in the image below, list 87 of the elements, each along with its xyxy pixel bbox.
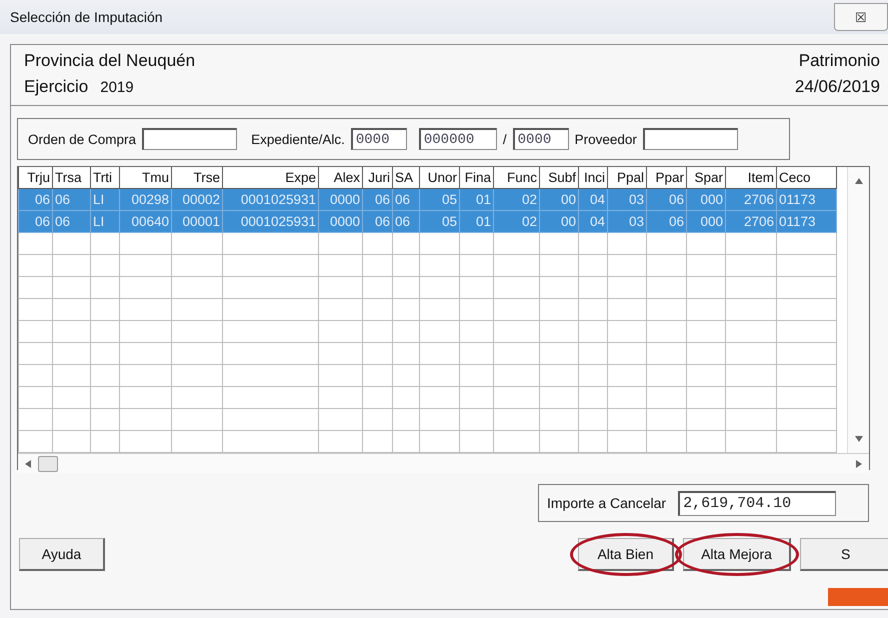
column-header[interactable]: Ppal (608, 167, 646, 188)
column-header[interactable]: Alex (318, 167, 362, 188)
table-cell: 05 (420, 188, 460, 210)
input-field[interactable]: 0000 (350, 128, 407, 150)
year-label: Ejercicio (24, 77, 88, 97)
table-cell: 00298 (120, 188, 172, 210)
column-header[interactable]: Fina (460, 167, 494, 188)
year-value: 2019 (100, 79, 134, 96)
field-label: Proveedor (574, 132, 637, 146)
window-title: Selección de Imputación (10, 9, 163, 25)
table-cell: 01173 (776, 188, 836, 210)
column-header[interactable]: Trse (172, 167, 222, 188)
table-cell: 06 (52, 210, 90, 232)
table-cell: 00002 (172, 188, 222, 210)
table-cell: 0001025931 (222, 188, 318, 210)
input-field[interactable]: 000000 (418, 128, 497, 150)
close-button[interactable]: ☒ (834, 3, 888, 31)
table-cell: LI (90, 210, 120, 232)
dialog-button[interactable]: Alta Mejora (683, 538, 791, 571)
table-cell: 01 (460, 210, 494, 232)
field-label: Orden de Compra (28, 132, 136, 146)
table-cell: 00640 (120, 210, 172, 232)
dialog-button[interactable]: Ayuda (19, 538, 105, 571)
column-header[interactable]: SA (392, 167, 420, 188)
table-cell: 01 (460, 188, 494, 210)
table-cell: 2706 (726, 188, 776, 210)
table-cell: 00 (540, 188, 578, 210)
column-header[interactable]: Spar (686, 167, 726, 188)
table-cell: 01173 (776, 210, 836, 232)
column-header[interactable]: Func (494, 167, 540, 188)
table-cell: 0001025931 (222, 210, 318, 232)
cover-bar (828, 588, 888, 606)
table-cell: 00 (540, 210, 578, 232)
module-name: Patrimonio (798, 51, 880, 71)
table-cell: 06 (362, 210, 392, 232)
table-cell: 02 (494, 210, 540, 232)
organization-name: Provincia del Neuquén (24, 51, 196, 71)
table-cell: 2706 (726, 210, 776, 232)
table-cell: 000 (686, 210, 726, 232)
table-cell: 06 (18, 210, 52, 232)
column-header[interactable]: Juri (362, 167, 392, 188)
scroll-arrow-icon[interactable] (855, 460, 863, 468)
column-header[interactable]: Tmu (120, 167, 172, 188)
scroll-thumb[interactable] (38, 456, 58, 472)
total-label: Importe a Cancelar (547, 495, 666, 511)
table-cell: 06 (52, 188, 90, 210)
table-cell: 0000 (318, 210, 362, 232)
table-cell: 04 (578, 210, 608, 232)
table-cell: 06 (646, 188, 686, 210)
table-cell: LI (90, 188, 120, 210)
total-field: 2,619,704.10 (678, 490, 836, 516)
column-header[interactable]: Trti (90, 167, 120, 188)
column-header[interactable]: Inci (578, 167, 608, 188)
table-cell: 00001 (172, 210, 222, 232)
column-header[interactable]: Item (726, 167, 776, 188)
input-field[interactable] (642, 128, 738, 150)
table-cell: 05 (420, 210, 460, 232)
column-header[interactable]: Trju (18, 167, 52, 188)
vertical-scrollbar[interactable] (847, 167, 869, 453)
table-cell: 03 (608, 210, 646, 232)
table-cell: 06 (18, 188, 52, 210)
scroll-arrow-icon[interactable] (854, 435, 862, 443)
table-cell: 000 (686, 188, 726, 210)
column-header[interactable]: Ceco (776, 167, 836, 188)
field-label: Expediente/Alc. (251, 132, 345, 146)
table-cell: 03 (608, 188, 646, 210)
horizontal-scrollbar[interactable] (18, 453, 869, 473)
column-header[interactable]: Expe (222, 167, 318, 188)
table-cell: 06 (646, 210, 686, 232)
column-header[interactable]: Trsa (52, 167, 90, 188)
table-cell: 04 (578, 188, 608, 210)
scroll-arrow-icon[interactable] (24, 460, 32, 468)
table-cell: 06 (392, 188, 420, 210)
date-text: 24/06/2019 (794, 77, 880, 97)
column-header[interactable]: Unor (420, 167, 460, 188)
table-cell: 06 (392, 210, 420, 232)
input-field[interactable] (142, 128, 238, 150)
table-cell: 06 (362, 188, 392, 210)
table-cell: 0000 (318, 188, 362, 210)
column-header[interactable]: Ppar (646, 167, 686, 188)
table-cell: 02 (494, 188, 540, 210)
dialog-button[interactable]: Alta Bien (578, 538, 674, 571)
scroll-arrow-icon[interactable] (854, 177, 862, 185)
column-header[interactable]: Subf (540, 167, 578, 188)
field-label: / (502, 132, 507, 146)
input-field[interactable]: 0000 (512, 128, 569, 150)
dialog-button[interactable]: S (800, 538, 888, 571)
